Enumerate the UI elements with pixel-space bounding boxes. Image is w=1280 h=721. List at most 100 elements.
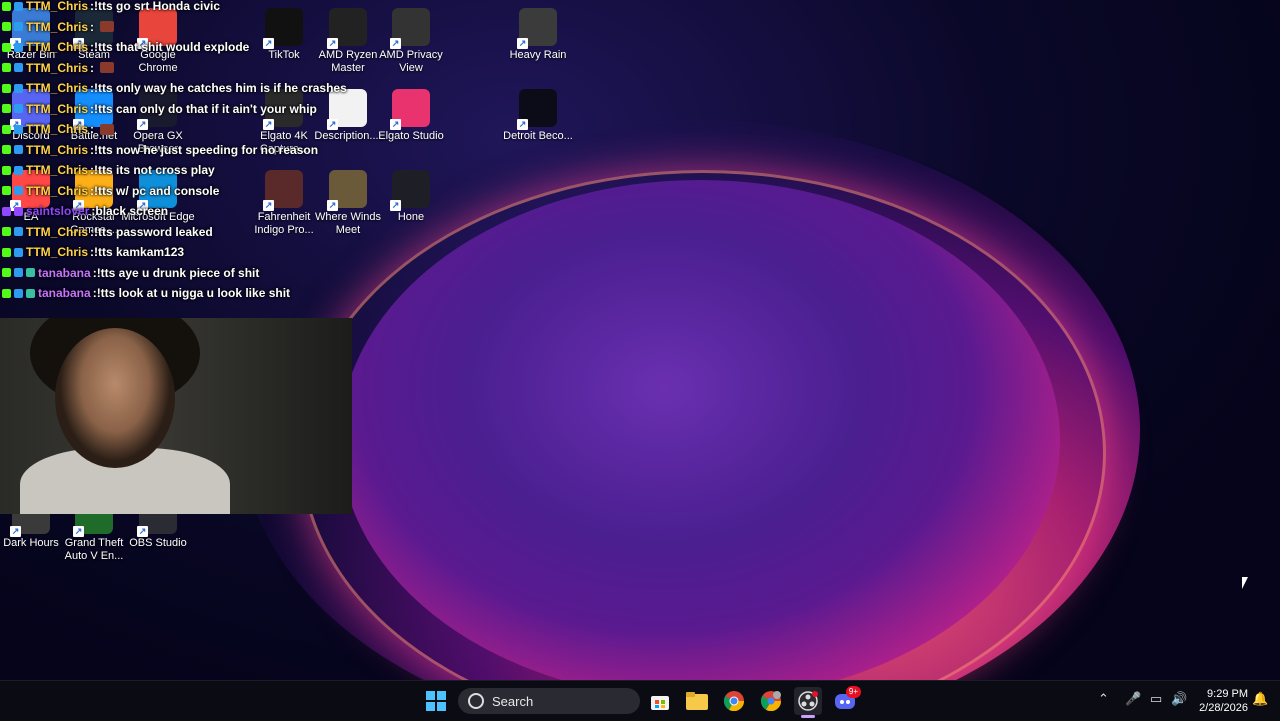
chat-badge-icon (2, 22, 11, 32)
chat-badge-icon (2, 165, 11, 175)
chat-text: !tts aye u drunk piece of shit (96, 265, 260, 280)
chat-message: TTM_Chris : !tts kamkam123 (2, 242, 362, 263)
chat-emote-icon (100, 21, 115, 33)
file-explorer-button[interactable] (683, 687, 711, 715)
chrome-profile-icon (761, 691, 781, 711)
desktop-icon-label: AMD Privacy View (379, 49, 443, 74)
chat-badge-icon (2, 206, 11, 216)
system-clock[interactable]: 9:29 PM 2/28/2026 (1192, 687, 1248, 715)
show-hidden-icons-chevron[interactable]: ⌃ (1098, 691, 1109, 707)
network-icon[interactable]: ▭ (1150, 691, 1162, 707)
chat-text: !tts w/ pc and console (94, 183, 220, 198)
chat-badge-icon (26, 268, 35, 278)
chat-badge-icon (14, 206, 23, 216)
chrome-profile-button[interactable] (757, 687, 785, 715)
chat-username: TTM_Chris (26, 19, 89, 34)
desktop-icon-detroit[interactable]: ↗ Detroit Beco... (500, 89, 576, 143)
chat-message: tanabana : !tts look at u nigga u look l… (2, 283, 362, 304)
chat-badge-icon (14, 42, 23, 52)
windows-start-icon (426, 691, 446, 711)
desktop-icon-amdprivacy[interactable]: ↗ AMD Privacy View (373, 8, 449, 75)
chat-username: TTM_Chris (26, 245, 89, 260)
chat-message: TTM_Chris : !tts can only do that if it … (2, 99, 362, 120)
chat-badge-icon (2, 227, 11, 237)
chat-username: TTM_Chris (26, 163, 89, 178)
chat-message: saintslover : black screen (2, 201, 362, 222)
chat-badge-icon (2, 268, 11, 278)
chat-username: TTM_Chris (26, 224, 89, 239)
chat-badge-icon (14, 268, 23, 278)
shortcut-arrow-icon: ↗ (73, 526, 84, 537)
volume-icon[interactable]: 🔊 (1171, 691, 1187, 707)
mouse-cursor-icon (1242, 577, 1248, 589)
chat-message: TTM_Chris : !tts password leaked (2, 222, 362, 243)
chat-message: TTM_Chris : !tts its not cross play (2, 160, 362, 181)
chat-message: TTM_Chris : !tts w/ pc and console (2, 181, 362, 202)
chat-badge-icon (2, 186, 11, 196)
hone-icon: ↗ (390, 170, 430, 211)
shortcut-arrow-icon: ↗ (10, 526, 21, 537)
shortcut-arrow-icon: ↗ (390, 200, 401, 211)
microsoft-store-button[interactable] (646, 687, 674, 715)
chat-badge-icon (26, 288, 35, 298)
discord-button[interactable]: 9+ (831, 686, 861, 715)
chat-message: TTM_Chris : !tts go srt Honda civic (2, 0, 362, 17)
chat-message: tanabana : !tts aye u drunk piece of shi… (2, 263, 362, 284)
chat-text: !tts kamkam123 (94, 245, 185, 260)
chrome-icon (724, 691, 744, 711)
detroit-icon: ↗ (517, 89, 557, 130)
wallpaper-orb (340, 180, 1060, 680)
taskbar-search-box[interactable]: Search (458, 688, 640, 714)
chat-text: !tts only way he catches him is if he cr… (94, 81, 347, 96)
desktop-icon-label: Detroit Beco... (503, 130, 573, 142)
obs-icon (798, 691, 818, 711)
shortcut-arrow-icon: ↗ (137, 526, 148, 537)
chat-badge-icon (2, 42, 11, 52)
desktop-icon-elgatostudio[interactable]: ↗ Elgato Studio (373, 89, 449, 143)
desktop-icon-hone[interactable]: ↗ Hone (373, 170, 449, 224)
taskbar: Search 9+ ⌃ 🎤 ▭ 🔊 9:29 PM 2/28/2026 🔔 (0, 680, 1280, 721)
microphone-icon[interactable]: 🎤 (1125, 691, 1141, 707)
chat-text: !tts password leaked (94, 224, 213, 239)
chat-badge-icon (14, 83, 23, 93)
chat-username: TTM_Chris (26, 40, 89, 55)
chat-emote-icon (100, 62, 115, 74)
chat-message: TTM_Chris : (2, 58, 362, 79)
clock-date: 2/28/2026 (1199, 702, 1248, 714)
file-explorer-icon (686, 692, 708, 710)
chat-separator: : (90, 122, 95, 137)
chat-message: TTM_Chris : !tts only way he catches him… (2, 78, 362, 99)
chat-username: TTM_Chris (26, 60, 89, 75)
obs-button[interactable] (794, 687, 822, 718)
shortcut-arrow-icon: ↗ (517, 38, 528, 49)
chat-message: TTM_Chris : (2, 17, 362, 38)
webcam-overlay (0, 318, 352, 514)
chat-text: !tts its not cross play (94, 163, 215, 178)
chat-username: tanabana (38, 265, 91, 280)
desktop-icon-label: Heavy Rain (509, 49, 567, 61)
clock-time: 9:29 PM (1207, 688, 1248, 700)
chat-badge-icon (2, 288, 11, 298)
chat-username: TTM_Chris (26, 183, 89, 198)
chrome-button[interactable] (720, 687, 748, 715)
chat-message: TTM_Chris : !tts that shit would explode (2, 37, 362, 58)
chat-badge-icon (14, 104, 23, 114)
chat-username: saintslover (26, 204, 90, 219)
chat-emote-icon (100, 123, 115, 135)
chat-username: TTM_Chris (26, 122, 89, 137)
desktop-icon-heavyrain[interactable]: ↗ Heavy Rain (500, 8, 576, 62)
chat-message: TTM_Chris : !tts now he just speeding fo… (2, 140, 362, 161)
shortcut-arrow-icon: ↗ (517, 119, 528, 130)
chat-text: !tts that shit would explode (94, 40, 250, 55)
discord-notification-badge: 9+ (845, 686, 861, 698)
chat-username: TTM_Chris (26, 142, 89, 157)
chat-text: !tts look at u nigga u look like shit (96, 286, 291, 301)
chat-text: !tts now he just speeding for no reason (94, 142, 319, 157)
chat-badge-icon (2, 63, 11, 73)
chat-badge-icon (14, 145, 23, 155)
chat-badge-icon (2, 145, 11, 155)
start-button[interactable] (422, 687, 450, 715)
notification-bell-icon[interactable]: 🔔 (1252, 691, 1268, 707)
webcam-person-face (55, 328, 175, 468)
chat-badge-icon (14, 22, 23, 32)
